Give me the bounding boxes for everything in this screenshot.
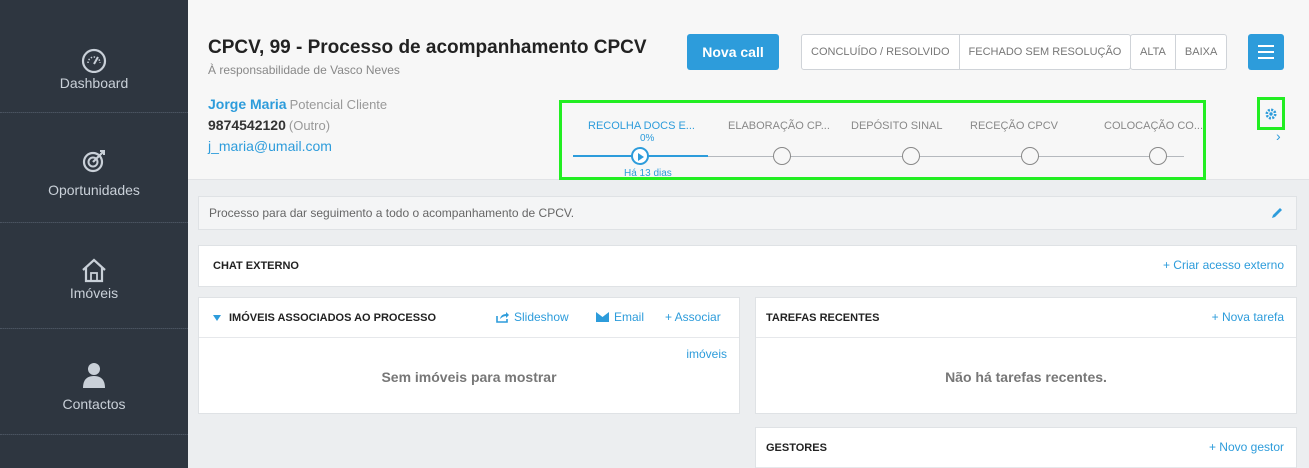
target-icon: [79, 146, 109, 176]
alta-button[interactable]: ALTA: [1131, 35, 1176, 69]
stage-label-3[interactable]: DEPÓSITO SINAL: [851, 120, 943, 132]
page-title: CPCV, 99 - Processo de acompanhamento CP…: [208, 37, 647, 58]
nova-tarefa-link[interactable]: + Nova tarefa: [1212, 310, 1284, 324]
nav-item-imoveis[interactable]: Imóveis: [0, 226, 188, 330]
nav-label-oportunidades: Oportunidades: [48, 182, 140, 198]
gestores-title: GESTORES: [766, 441, 827, 454]
chat-externo-panel: CHAT EXTERNO + Criar acesso externo: [198, 245, 1297, 287]
process-header: CPCV, 99 - Processo de acompanhamento CP…: [188, 0, 1309, 180]
gestores-header: GESTORES + Novo gestor: [756, 428, 1296, 468]
priority-button-group: ALTA BAIXA: [1130, 34, 1228, 70]
person-icon: [79, 360, 109, 390]
imoveis-header: IMÓVEIS ASSOCIADOS AO PROCESSO Slideshow…: [199, 298, 739, 338]
sidebar-divider: [0, 112, 188, 113]
gestores-panel: GESTORES + Novo gestor: [755, 427, 1297, 468]
stage-circle-active[interactable]: [631, 147, 649, 165]
contact-role: Potencial Cliente: [289, 97, 388, 112]
email-link[interactable]: Email: [596, 310, 644, 324]
imoveis-empty-message: Sem imóveis para mostrar: [381, 369, 557, 385]
hamburger-icon[interactable]: [1248, 34, 1284, 70]
nova-call-button[interactable]: Nova call: [687, 34, 779, 70]
slideshow-link[interactable]: Slideshow: [495, 310, 569, 324]
tarefas-title: TAREFAS RECENTES: [766, 311, 880, 324]
tarefas-header: TAREFAS RECENTES + Nova tarefa: [756, 298, 1296, 338]
stage-circle[interactable]: [1149, 147, 1167, 165]
speedometer-icon: [79, 45, 109, 75]
sidebar-divider: [0, 434, 188, 435]
share-icon: [496, 312, 509, 323]
stage-circle[interactable]: [773, 147, 791, 165]
baixa-button[interactable]: BAIXA: [1176, 35, 1226, 69]
chevron-right-icon[interactable]: ›: [1276, 128, 1281, 144]
status-button-group: CONCLUÍDO / RESOLVIDO FECHADO SEM RESOLU…: [801, 34, 1132, 70]
stage-circle[interactable]: [1021, 147, 1039, 165]
concluido-button[interactable]: CONCLUÍDO / RESOLVIDO: [802, 35, 960, 69]
fechado-sem-resolucao-button[interactable]: FECHADO SEM RESOLUÇÃO: [960, 35, 1131, 69]
page-subtitle: À responsabilidade de Vasco Neves: [208, 63, 400, 77]
process-description: Processo para dar seguimento a todo o ac…: [198, 196, 1297, 230]
contact-info: Jorge Maria Potencial Cliente: [208, 96, 387, 112]
chat-externo-header: CHAT EXTERNO + Criar acesso externo: [199, 246, 1296, 286]
stage-label-4[interactable]: RECEÇÃO CPCV: [970, 120, 1058, 132]
nav-label-dashboard: Dashboard: [59, 75, 129, 91]
stage-label-5[interactable]: COLOCAÇÃO CO...: [1104, 120, 1203, 132]
stage-circle[interactable]: [902, 147, 920, 165]
contact-phone: 9874542120: [208, 117, 286, 133]
imoveis-panel: IMÓVEIS ASSOCIADOS AO PROCESSO Slideshow…: [198, 297, 740, 414]
description-text: Processo para dar seguimento a todo o ac…: [209, 206, 575, 220]
associar-link[interactable]: + Associar: [665, 310, 721, 324]
sidebar: Dashboard Oportunidades Imóveis Contacto…: [0, 0, 188, 468]
sidebar-divider: [0, 328, 188, 329]
gear-icon[interactable]: [1257, 97, 1285, 130]
email-label: Email: [614, 310, 645, 324]
envelope-icon: [596, 312, 609, 322]
stage-label-2[interactable]: ELABORAÇÃO CP...: [728, 120, 830, 132]
contact-name[interactable]: Jorge Maria: [208, 96, 287, 112]
chat-externo-title: CHAT EXTERNO: [213, 260, 299, 272]
stage-percent: 0%: [640, 133, 655, 144]
contact-email[interactable]: j_maria@umail.com: [208, 138, 332, 154]
contact-phone-line: 9874542120 (Outro): [208, 117, 330, 133]
house-icon: [79, 255, 109, 285]
nav-item-contactos[interactable]: Contactos: [0, 334, 188, 438]
contact-phone-type: (Outro): [288, 118, 331, 133]
stage-label-1[interactable]: RECOLHA DOCS E...: [588, 120, 695, 132]
nav-label-contactos: Contactos: [62, 396, 126, 412]
slideshow-label: Slideshow: [514, 310, 569, 324]
associar-link-cont[interactable]: imóveis: [686, 347, 727, 361]
novo-gestor-link[interactable]: + Novo gestor: [1209, 440, 1284, 454]
criar-acesso-externo-link[interactable]: + Criar acesso externo: [1163, 258, 1284, 272]
sidebar-divider: [0, 222, 188, 223]
nav-label-imoveis: Imóveis: [69, 285, 119, 301]
nav-item-oportunidades[interactable]: Oportunidades: [0, 120, 188, 224]
nav-item-dashboard[interactable]: Dashboard: [0, 16, 188, 120]
tarefas-panel: TAREFAS RECENTES + Nova tarefa Não há ta…: [755, 297, 1297, 414]
collapse-triangle-icon[interactable]: [213, 314, 221, 321]
stage-time: Há 13 dias: [624, 168, 672, 179]
imoveis-title: IMÓVEIS ASSOCIADOS AO PROCESSO: [229, 311, 436, 324]
tarefas-empty-message: Não há tarefas recentes.: [945, 369, 1107, 385]
pencil-icon[interactable]: [1270, 206, 1284, 223]
